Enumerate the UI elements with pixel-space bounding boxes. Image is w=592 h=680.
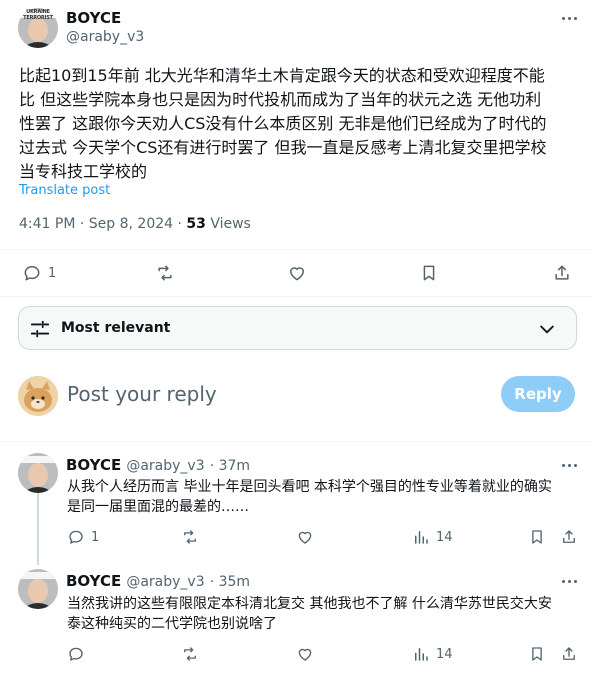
heart-icon: [298, 531, 312, 544]
reply-count: 1: [91, 529, 100, 545]
repost-button[interactable]: [155, 263, 175, 283]
sort-replies-dropdown[interactable]: Most relevant: [18, 306, 577, 350]
more-options-icon[interactable]: [558, 8, 580, 28]
current-user-avatar[interactable]: [18, 376, 58, 416]
views-count: 53: [186, 216, 206, 232]
avatar-badge-text: UKRAINE TERRORIST: [23, 9, 53, 21]
views-label: Views: [205, 216, 251, 232]
reply-button[interactable]: 1: [22, 263, 56, 283]
share-icon: [555, 265, 569, 280]
post-text-line: 当专科技工学校的: [19, 162, 148, 181]
thread-connector: [37, 493, 39, 565]
like-button[interactable]: [296, 645, 314, 663]
more-options-icon[interactable]: [558, 571, 580, 591]
reply-text-line: 从我个人经历而言 毕业十年是回头看吧 本科学个强目的性专业等着就业的确实: [67, 479, 552, 495]
share-button[interactable]: [560, 528, 578, 546]
bookmark-button[interactable]: [528, 528, 546, 546]
reply-button[interactable]: 1: [67, 528, 99, 546]
reply-submit-button[interactable]: Reply: [501, 376, 575, 412]
analytics-icon: [415, 531, 428, 544]
translate-post-link[interactable]: Translate post: [19, 183, 110, 198]
divider: [0, 249, 592, 250]
reply-author-name[interactable]: BOYCE: [66, 456, 121, 474]
post-text-line: 过去式 今天学个CS还有进行时罢了 但我一直是反感考上清北复交里把学校: [19, 138, 547, 157]
reply-author-name[interactable]: BOYCE: [66, 572, 121, 590]
heart-icon: [298, 648, 312, 661]
reply-time[interactable]: · 37m: [210, 458, 250, 474]
repost-button[interactable]: [181, 528, 199, 546]
reply-author-avatar[interactable]: [18, 569, 58, 609]
bookmark-button[interactable]: [419, 263, 439, 283]
post-text-line: 性罢了 这跟你今天劝人CS没有什么本质区别 无非是他们已经成为了时代的: [19, 114, 547, 133]
reply-author-handle[interactable]: @araby_v3: [126, 574, 204, 590]
views-button[interactable]: 14: [412, 645, 453, 663]
bookmark-icon: [532, 647, 542, 661]
post-meta: 4:41 PM · Sep 8, 2024 · 53 Views: [19, 216, 251, 232]
reply-icon: [69, 647, 83, 661]
repost-icon: [184, 530, 196, 544]
reply-icon: [69, 530, 83, 544]
chevron-down-icon: [540, 325, 554, 334]
reply-author-handle[interactable]: @araby_v3: [126, 458, 204, 474]
post-timestamp[interactable]: 4:41 PM · Sep 8, 2024 ·: [19, 216, 186, 232]
bookmark-icon: [532, 530, 542, 544]
repost-icon: [184, 647, 196, 661]
bookmark-button[interactable]: [528, 645, 546, 663]
reply-text: 从我个人经历而言 毕业十年是回头看吧 本科学个强目的性专业等着就业的确实 是同一…: [67, 477, 582, 517]
author-handle[interactable]: @araby_v3: [66, 29, 144, 45]
reply-input[interactable]: Post your reply: [67, 382, 217, 406]
author-name[interactable]: BOYCE: [66, 9, 121, 27]
reply-text: 当然我讲的这些有限限定本科清北复交 其他我也不了解 什么清华苏世民交大安 泰这种…: [67, 594, 582, 634]
reply-icon: [24, 266, 40, 281]
sort-label: Most relevant: [61, 320, 171, 336]
reply-header: BOYCE @araby_v3 · 37m: [66, 455, 250, 474]
reply-button[interactable]: [67, 645, 91, 663]
share-button[interactable]: [560, 645, 578, 663]
views-button[interactable]: 14: [412, 528, 453, 546]
share-button[interactable]: [552, 263, 572, 283]
heart-icon: [290, 267, 304, 281]
repost-button[interactable]: [181, 645, 199, 663]
sliders-icon: [30, 320, 50, 338]
reply-header: BOYCE @araby_v3 · 35m: [66, 571, 250, 590]
reply-text-line: 是同一届里面混的最差的……: [67, 499, 249, 515]
share-icon: [563, 647, 575, 660]
share-icon: [563, 530, 575, 543]
reply-time[interactable]: · 35m: [210, 574, 250, 590]
views-count: 14: [436, 529, 453, 545]
reply-text-line: 当然我讲的这些有限限定本科清北复交 其他我也不了解 什么清华苏世民交大安: [67, 596, 552, 612]
views-count: 14: [436, 646, 453, 662]
repost-icon: [158, 265, 172, 281]
post-text: 比起10到15年前 北大光华和清华土木肯定跟今天的状态和受欢迎程度不能 比 但这…: [19, 64, 579, 184]
post-text-line: 比 但这些学院本身也只是因为时代投机而成为了当年的状元之选 无他功利: [19, 90, 542, 109]
bookmark-icon: [423, 265, 435, 281]
analytics-icon: [415, 648, 428, 661]
like-button[interactable]: [296, 528, 314, 546]
divider: [0, 296, 592, 297]
reply-author-avatar[interactable]: [18, 453, 58, 493]
reply-count: 1: [48, 265, 57, 281]
like-button[interactable]: [287, 263, 307, 283]
post-text-line: 比起10到15年前 北大光华和清华土木肯定跟今天的状态和受欢迎程度不能: [19, 66, 545, 85]
divider: [0, 441, 592, 442]
reply-text-line: 泰这种纯买的二代学院也别说啥了: [67, 616, 277, 632]
more-options-icon[interactable]: [558, 455, 580, 475]
